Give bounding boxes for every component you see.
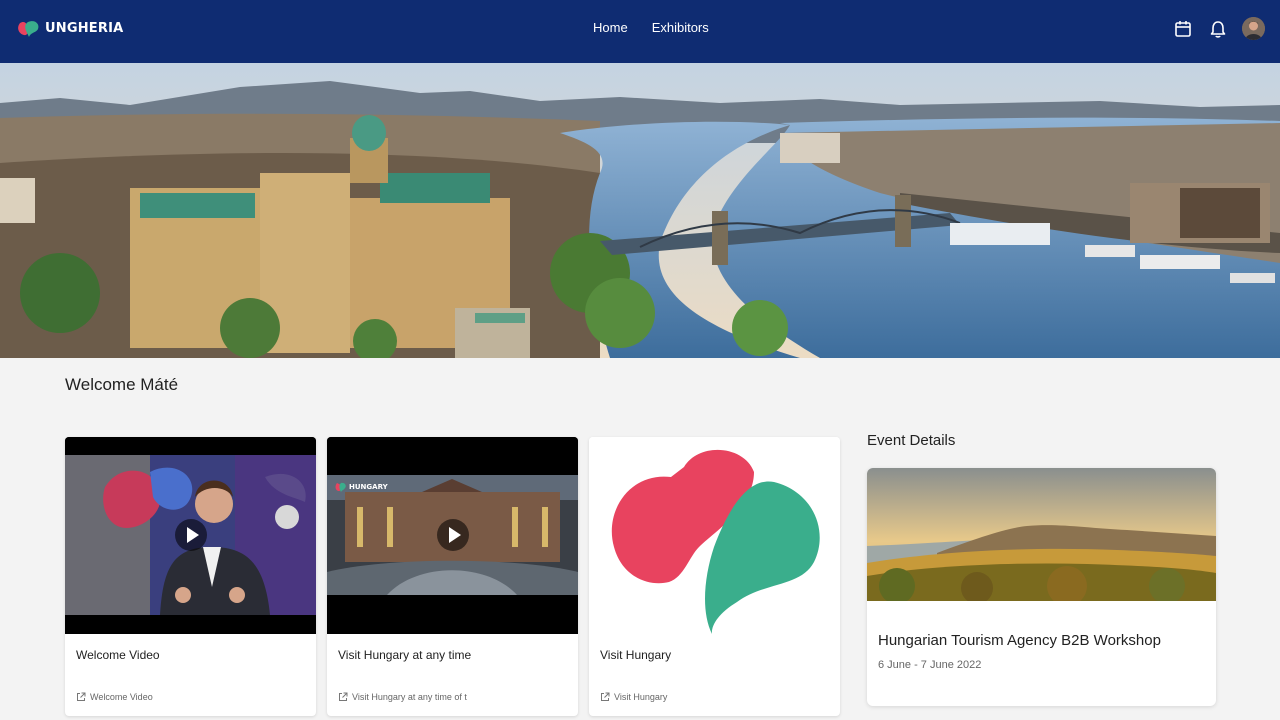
event-landscape-image [867,468,1216,601]
media-card-welcome-video[interactable]: Welcome Video Welcome Video [65,437,316,716]
card-link[interactable]: Visit Hungary at any time of t [338,692,467,702]
nav-home[interactable]: Home [593,20,628,35]
calendar-icon[interactable] [1172,18,1194,40]
brand-name: UNGHERIA [45,20,124,36]
event-card[interactable]: Hungarian Tourism Agency B2B Workshop 6 … [867,468,1216,706]
bell-icon[interactable] [1207,18,1229,40]
visit-hungary-video-player[interactable]: HUNGARY [327,437,578,634]
card-link[interactable]: Welcome Video [76,692,153,702]
card-link-label: Welcome Video [90,692,153,702]
card-title: Visit Hungary [600,648,672,662]
video-overlay-label: HUNGARY [349,483,389,491]
media-card-visit-hungary-video[interactable]: HUNGARY Visit Hungary at any time Visit … [327,437,578,716]
external-link-icon [77,692,86,701]
external-link-icon [339,692,348,701]
card-title: Welcome Video [76,648,160,662]
heart-logo-icon [611,449,820,634]
play-button-icon[interactable] [437,519,469,551]
external-link-icon [601,692,610,701]
nav-exhibitors[interactable]: Exhibitors [652,20,709,35]
welcome-heading: Welcome Máté [65,375,179,394]
media-card-visit-hungary[interactable]: Visit Hungary Visit Hungary [589,437,840,716]
brand-logo[interactable]: UNGHERIA [16,17,123,39]
card-title: Visit Hungary at any time [338,648,472,662]
brand-heart-icon [18,21,39,37]
user-avatar[interactable] [1242,17,1265,40]
budapest-panorama-image [0,63,1280,358]
card-link-label: Visit Hungary at any time of t [352,692,467,702]
play-button-icon[interactable] [175,519,207,551]
main-nav: Home Exhibitors [593,20,709,35]
event-details-heading: Event Details [867,432,956,449]
hero-banner [0,63,1280,358]
event-title: Hungarian Tourism Agency B2B Workshop [878,632,1161,649]
visit-hungary-logo-image [589,437,840,634]
top-navigation-bar: UNGHERIA Home Exhibitors [0,0,1280,63]
welcome-video-player[interactable] [65,437,316,634]
event-date: 6 June - 7 June 2022 [878,659,982,671]
card-link-label: Visit Hungary [614,692,668,702]
card-link[interactable]: Visit Hungary [600,692,667,702]
